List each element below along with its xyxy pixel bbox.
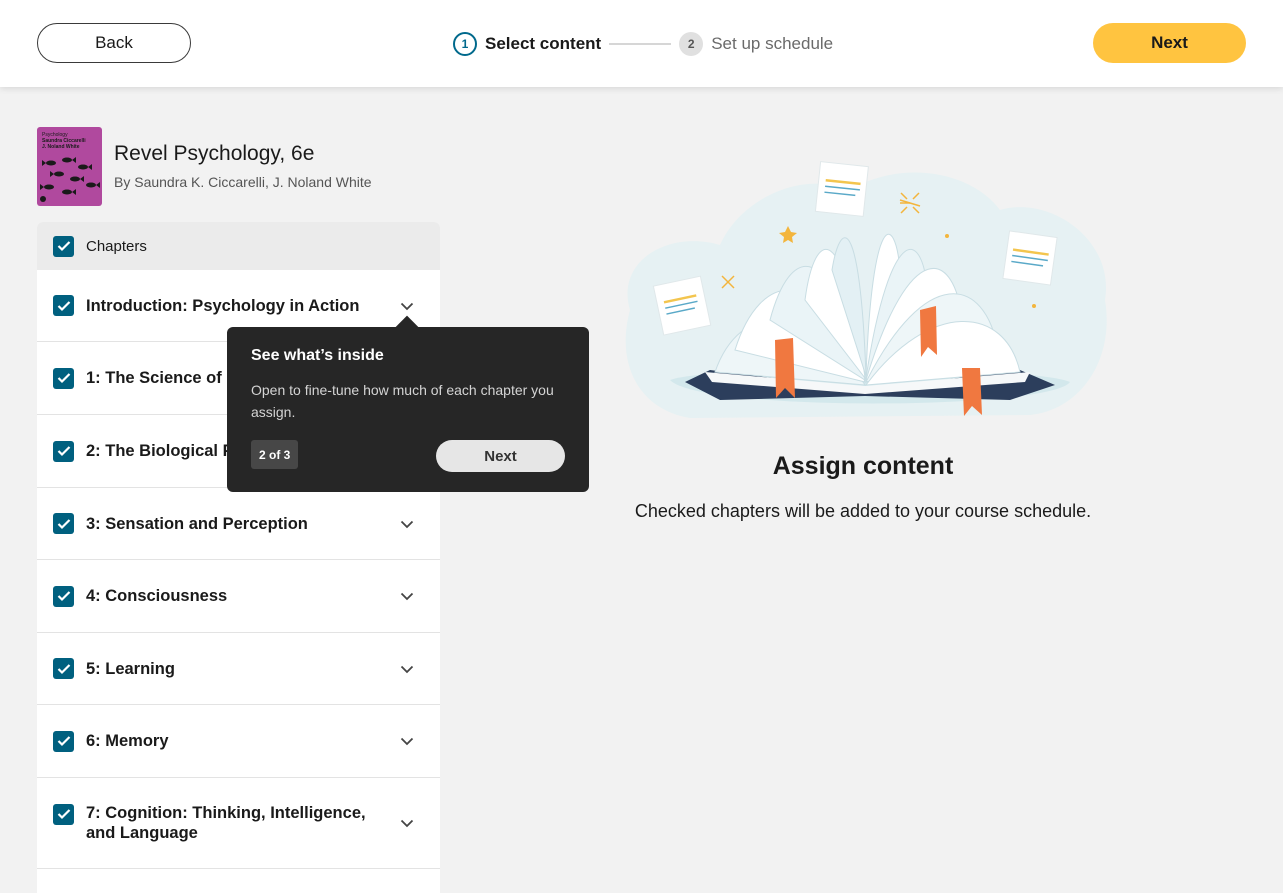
back-button[interactable]: Back <box>37 23 191 63</box>
chapter-title: 5: Learning <box>86 659 175 678</box>
chapter-checkbox[interactable] <box>53 730 74 752</box>
select-all-checkbox[interactable] <box>53 235 74 257</box>
chapter-title: 3: Sensation and Perception <box>86 514 308 533</box>
chapter-row[interactable]: 5: Learning <box>37 633 440 705</box>
chevron-down-icon[interactable] <box>398 660 416 678</box>
check-icon <box>57 373 70 384</box>
tooltip-next-button[interactable]: Next <box>436 440 565 472</box>
tooltip-title: See what’s inside <box>251 347 384 364</box>
book-title: Revel Psychology, 6e <box>114 142 315 165</box>
top-bar: Back 1 Select content 2 Set up schedule … <box>0 0 1283 87</box>
chapter-title: Introduction: Psychology in Action <box>86 296 360 315</box>
chapter-row[interactable]: 3: Sensation and Perception <box>37 488 440 560</box>
assign-content-title: Assign content <box>772 452 954 480</box>
tooltip-step-counter: 2 of 3 <box>251 440 299 469</box>
step-1-indicator: 1 <box>453 31 477 56</box>
check-icon <box>57 591 70 602</box>
tooltip-body: Open to fine-tune how much of each chapt… <box>251 382 554 420</box>
progress-stepper: 1 Select content 2 Set up schedule <box>453 31 833 56</box>
chapter-title: 4: Consciousness <box>86 587 228 605</box>
check-icon <box>57 809 70 820</box>
chapter-row[interactable]: 6: Memory <box>37 705 440 778</box>
chapter-checkbox[interactable] <box>53 658 74 679</box>
chapter-checkbox[interactable] <box>53 585 74 607</box>
check-icon <box>57 663 70 674</box>
onboarding-tooltip: See what’s inside Open to fine-tune how … <box>227 315 589 492</box>
chapter-checkbox[interactable] <box>53 440 74 462</box>
check-icon <box>57 241 70 252</box>
check-icon <box>57 446 70 457</box>
assign-content-subtitle: Checked chapters will be added to your c… <box>634 501 1092 521</box>
open-book-illustration <box>625 161 1107 418</box>
chapters-header-label: Chapters <box>86 237 147 255</box>
cover-fish-illustration <box>40 157 100 202</box>
step-2-label: Set up schedule <box>711 33 834 53</box>
check-icon <box>57 518 70 529</box>
book-cover: Psychology Saundra Ciccarelli J. Noland … <box>37 127 102 206</box>
chevron-down-icon[interactable] <box>398 732 416 750</box>
chapter-title: 7: Cognition: Thinking, Intelligence, an… <box>86 804 366 842</box>
chapter-list: Chapters Introduction: Psychology in Act… <box>37 222 440 893</box>
chapter-row[interactable]: 4: Consciousness <box>37 560 440 633</box>
chapters-header: Chapters <box>37 222 440 270</box>
check-icon <box>57 300 70 311</box>
next-button[interactable]: Next <box>1093 23 1246 63</box>
book-author: By Saundra K. Ciccarelli, J. Noland Whit… <box>114 174 372 190</box>
step-2-indicator: 2 <box>679 31 704 56</box>
chevron-down-icon[interactable] <box>398 515 416 533</box>
step-1-label: Select content <box>485 33 602 53</box>
chapter-checkbox[interactable] <box>53 803 74 825</box>
chevron-down-icon[interactable] <box>398 587 416 605</box>
chapter-checkbox[interactable] <box>53 295 74 316</box>
step-connector <box>609 42 672 45</box>
chevron-down-icon[interactable] <box>398 297 416 315</box>
chevron-down-icon[interactable] <box>398 814 416 832</box>
chapter-checkbox[interactable] <box>53 513 74 534</box>
chapter-checkbox[interactable] <box>53 367 74 389</box>
chapter-row[interactable]: 7: Cognition: Thinking, Intelligence, an… <box>37 778 440 869</box>
check-icon <box>57 736 70 747</box>
chapter-title: 6: Memory <box>86 732 169 750</box>
